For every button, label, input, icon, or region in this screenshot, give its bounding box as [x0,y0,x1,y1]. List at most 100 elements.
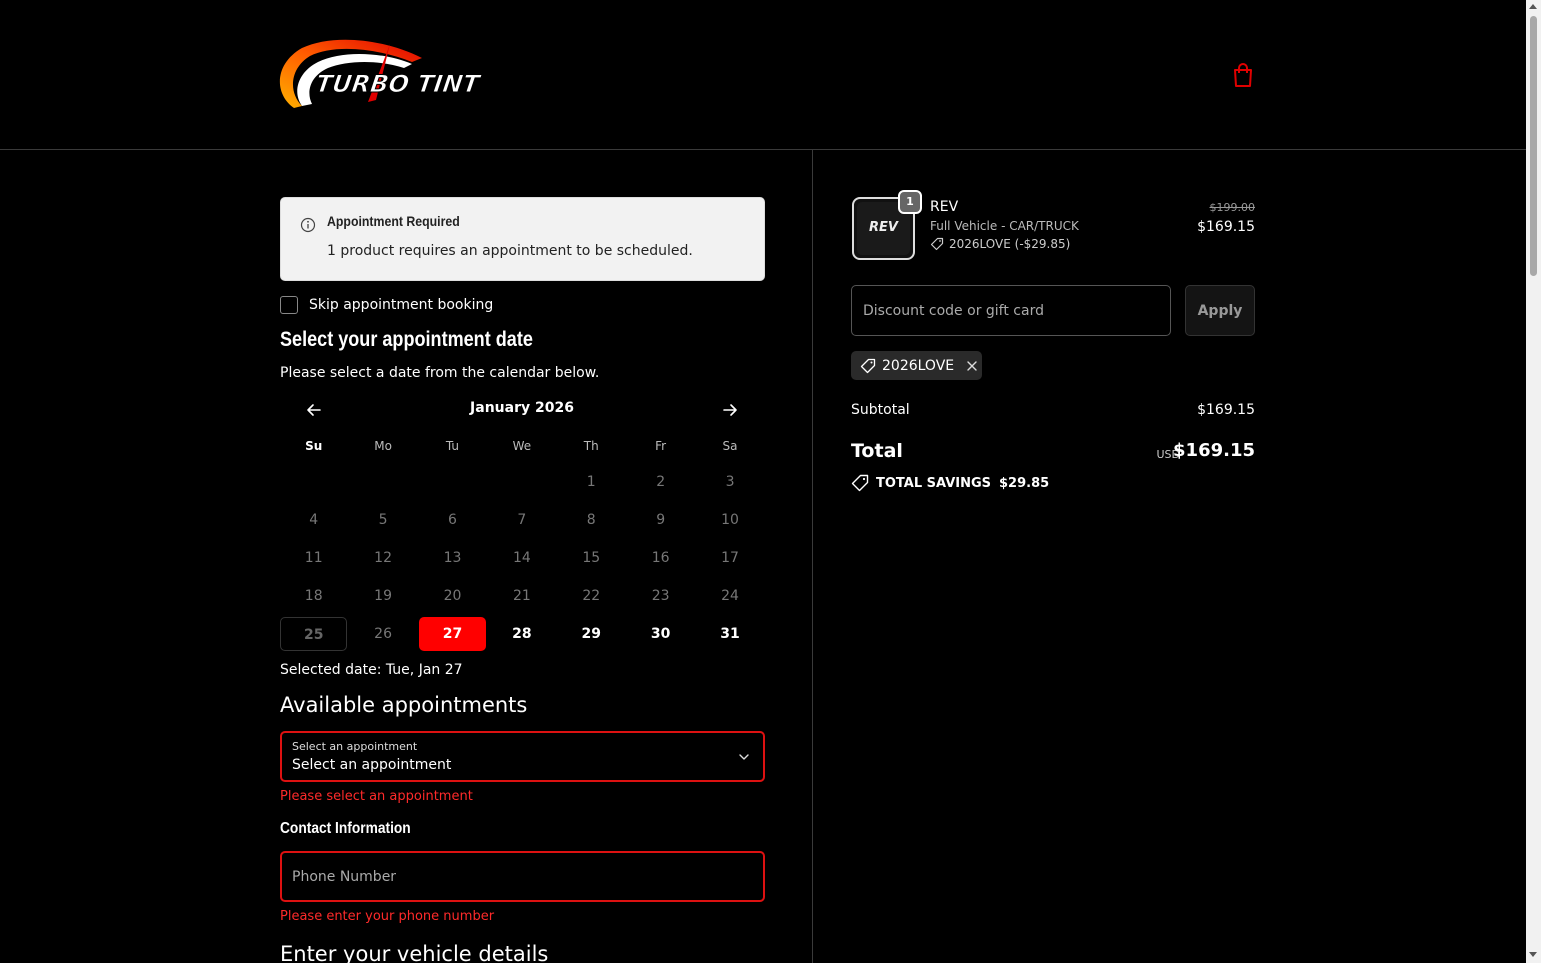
appointment-select-value: Select an appointment [292,757,452,773]
phone-number-input[interactable] [280,851,765,902]
calendar-day: 17 [721,550,739,566]
alert-body: 1 product requires an appointment to be … [327,243,693,259]
calendar-day-empty [279,465,348,499]
weekday-fr: Fr [655,439,667,453]
date-section-title: Select your appointment date [280,328,533,351]
appointment-select[interactable]: Select an appointment Select an appointm… [280,731,765,782]
subtotal-label: Subtotal [851,402,910,418]
discounted-price: $169.15 [1197,219,1255,235]
tag-icon [860,358,876,373]
calendar-day: 11 [304,550,323,566]
original-price: $199.00 [1209,201,1256,214]
calendar-week: 11 12 13 14 15 16 17 [279,539,765,577]
turbo-tint-logo[interactable]: TURBO TINT [272,36,532,116]
calendar-day: 13 [443,550,462,566]
calendar-day: 2 [656,474,666,490]
calendar-day: 3 [725,474,735,490]
column-divider [812,150,813,963]
calendar-day: 6 [448,512,457,528]
calendar-day[interactable]: 29 [557,617,626,651]
calendar-day: 16 [651,550,670,566]
weekday-th: Th [583,439,599,453]
available-appointments-title: Available appointments [280,693,528,717]
calendar-day: 10 [721,512,739,528]
calendar-day: 20 [443,588,462,604]
subtotal-value: $169.15 [1197,402,1255,418]
prev-month-arrow-icon[interactable] [304,400,324,420]
applied-discount-chip: 2026LOVE [851,351,982,380]
scroll-up-icon[interactable] [1529,4,1537,9]
skip-appointment-checkbox[interactable] [280,296,298,314]
skip-appointment-row[interactable]: Skip appointment booking [280,295,493,315]
calendar-days: 1 2 3 4 5 6 7 8 9 10 11 12 13 14 15 16 17 18 19 20 21 22 23 24 2… [279,463,765,653]
calendar-grid: Su Mo Tu We Th Fr Sa 1 2 3 4 5 6 7 8 9 10 11 12 13 14 15 16 17… [279,432,765,653]
site-header: TURBO TINT [0,0,1526,150]
next-month-arrow-icon[interactable] [720,400,740,420]
calendar-day-empty [418,465,487,499]
contact-information-title: Contact Information [280,820,411,837]
total-savings-amount: $29.85 [999,475,1050,491]
calendar-week: 18 19 20 21 22 23 24 [279,577,765,615]
appointment-select-caption: Select an appointment [292,740,418,753]
product-discount-text: 2026LOVE (-$29.85) [949,237,1071,251]
weekday-tu: Tu [445,439,460,453]
calendar-day: 21 [512,588,531,604]
product-variant: Full Vehicle - CAR/TRUCK [930,219,1079,233]
calendar-day[interactable]: 28 [487,617,556,651]
applied-discount-code: 2026LOVE [882,357,955,374]
scroll-down-icon[interactable] [1529,952,1537,957]
appointment-required-alert: Appointment Required 1 product requires … [280,197,765,281]
calendar-day: 9 [656,512,666,528]
selected-date-text: Selected date: Tue, Jan 27 [280,662,463,678]
weekday-sa: Sa [722,439,738,453]
vehicle-details-title: Enter your vehicle details [280,942,549,963]
skip-appointment-label[interactable]: Skip appointment booking [309,297,493,313]
quantity-badge: 1 [898,190,922,214]
product-thumbnail-label: REV [869,220,898,235]
calendar-day: 26 [374,626,392,642]
calendar-day: 1 [586,474,596,490]
calendar-day-empty [487,465,556,499]
calendar-day: 19 [374,588,392,604]
calendar-day[interactable]: 30 [626,617,695,651]
calendar-day: 24 [721,588,739,604]
calendar-day[interactable]: 31 [695,617,764,651]
savings-tag-icon [851,474,869,492]
calendar-day: 22 [582,588,601,604]
calendar-week: 25 26 27 28 29 30 31 [279,615,765,653]
scroll-thumb[interactable] [1530,16,1537,276]
total-savings: TOTAL SAVINGS $29.85 [851,474,1049,492]
remove-discount-close-icon[interactable] [966,360,978,372]
chevron-down-icon [739,754,749,760]
appointment-error: Please select an appointment [280,789,473,804]
calendar-month-label: January 2026 [470,400,574,416]
page-scrollbar[interactable] [1526,0,1541,963]
info-icon [300,217,316,233]
product-discount: 2026LOVE (-$29.85) [930,237,1070,251]
calendar-day: 18 [304,588,323,604]
shopping-bag-icon[interactable] [1231,62,1255,88]
calendar-day: 14 [512,550,531,566]
apply-discount-button[interactable]: Apply [1185,285,1255,336]
calendar-week: 4 5 6 7 8 9 10 [279,501,765,539]
product-name: REV [930,199,959,215]
date-section-subtitle: Please select a date from the calendar b… [280,365,600,381]
calendar-day: 15 [582,550,601,566]
weekday-su: Su [305,439,323,453]
weekday-mo: Mo [374,439,392,453]
calendar-week: 1 2 3 [279,463,765,501]
calendar-day: 25 [280,617,348,651]
alert-title: Appointment Required [327,213,460,229]
tag-icon [930,237,944,251]
calendar-day: 5 [378,512,388,528]
total-label: Total [851,440,903,462]
phone-error: Please enter your phone number [280,909,495,924]
total-value: $169.15 [1173,440,1255,461]
calendar-day-selected[interactable]: 27 [418,617,487,651]
calendar-day: 4 [309,512,319,528]
discount-code-input[interactable] [851,285,1171,336]
weekday-we: We [512,439,532,453]
calendar-day: 7 [517,512,527,528]
calendar-weekday-header: Su Mo Tu We Th Fr Sa [279,432,765,460]
total-savings-label: TOTAL SAVINGS [876,475,992,491]
